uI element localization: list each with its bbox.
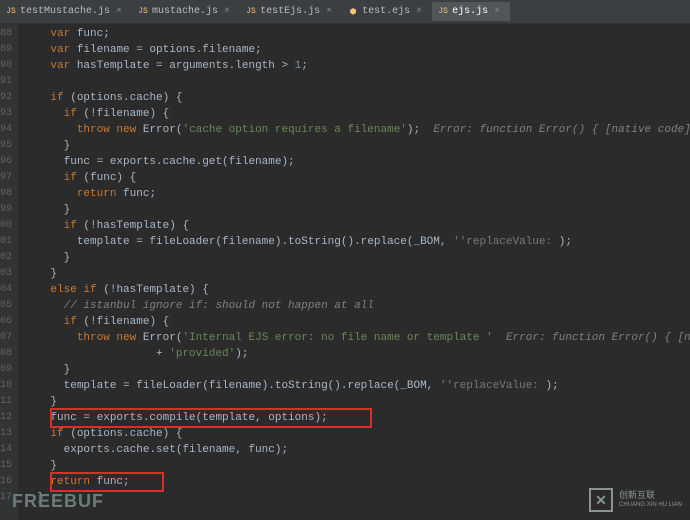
tab-label: testMustache.js: [20, 6, 110, 17]
js-icon: JS: [246, 7, 256, 17]
ejs-icon: ⬢: [348, 7, 358, 17]
close-icon[interactable]: ×: [416, 6, 422, 17]
tab-testejs[interactable]: JS testEjs.js ×: [240, 2, 342, 21]
code-area[interactable]: var func; var filename = options.filenam…: [18, 24, 690, 520]
tab-label: test.ejs: [362, 6, 410, 17]
close-icon[interactable]: ×: [116, 6, 122, 17]
code-editor[interactable]: 8889909192939495969798990001020304050607…: [0, 24, 690, 520]
editor-tabs: JS testMustache.js × JS mustache.js × JS test…: [0, 0, 690, 24]
watermark-freebuf: FREEBUF: [12, 491, 104, 512]
close-icon[interactable]: ×: [224, 6, 230, 17]
brand-sub: CHUANG XIN HU LIAN: [619, 500, 682, 510]
line-number-gutter: 8889909192939495969798990001020304050607…: [0, 24, 18, 520]
close-icon[interactable]: ×: [326, 6, 332, 17]
tab-label: testEjs.js: [260, 6, 320, 17]
js-icon: JS: [138, 7, 148, 17]
tab-label: mustache.js: [152, 6, 218, 17]
tab-mustache[interactable]: JS mustache.js ×: [132, 2, 240, 21]
js-icon: JS: [6, 7, 16, 17]
tab-test-ejs[interactable]: ⬢ test.ejs ×: [342, 2, 432, 21]
tab-testmustache[interactable]: JS testMustache.js ×: [0, 2, 132, 21]
brand-logo-icon: ✕: [589, 488, 613, 512]
watermark-brand: ✕ 创新互联CHUANG XIN HU LIAN: [589, 488, 682, 512]
tab-ejs[interactable]: JS ejs.js ×: [432, 2, 510, 21]
js-icon: JS: [438, 7, 448, 17]
brand-name: 创新互联: [619, 490, 682, 500]
tab-label: ejs.js: [452, 6, 488, 17]
close-icon[interactable]: ×: [494, 6, 500, 17]
